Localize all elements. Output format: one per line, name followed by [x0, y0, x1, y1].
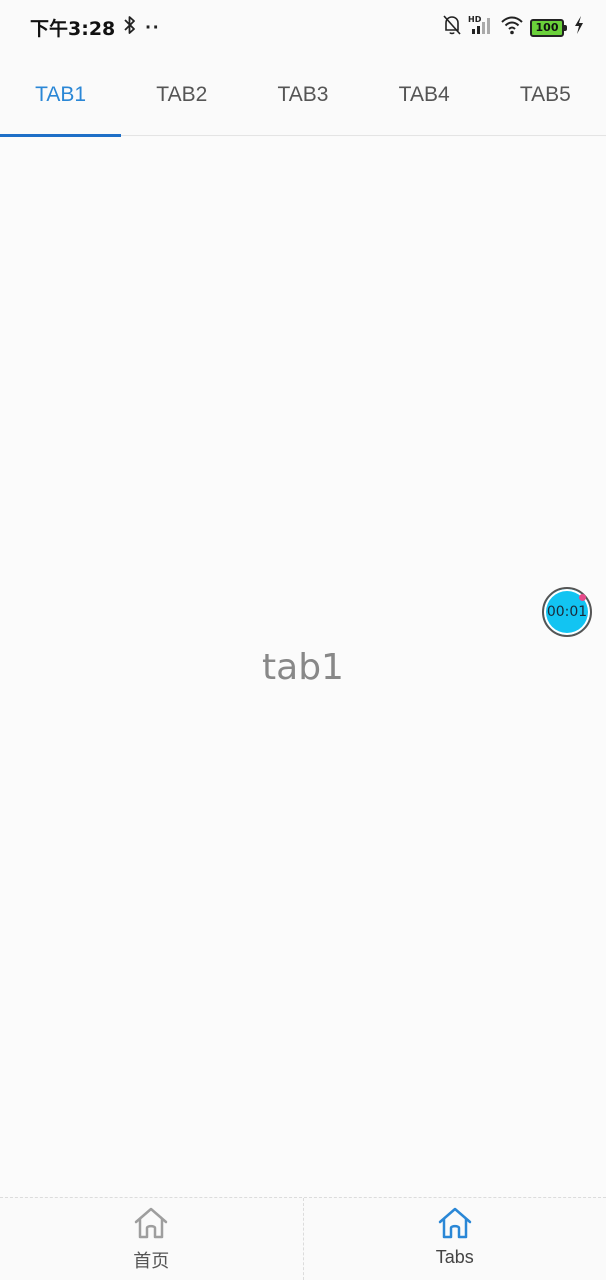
tab-2[interactable]: TAB2: [121, 54, 242, 136]
mute-bell-icon: [442, 14, 462, 41]
nav-label: 首页: [133, 1251, 170, 1271]
tab-label: TAB4: [398, 83, 450, 106]
status-bar: 下午3:28 ·· HD 100: [0, 0, 606, 54]
nav-label: Tabs: [435, 1247, 474, 1267]
svg-text:HD: HD: [468, 15, 482, 24]
status-dots: ··: [145, 16, 161, 39]
tab-4[interactable]: TAB4: [364, 54, 485, 136]
bluetooth-icon: [123, 15, 137, 40]
tab-5[interactable]: TAB5: [485, 54, 606, 136]
tab-content: tab1 00:01: [0, 137, 606, 1280]
wifi-icon: [500, 15, 524, 40]
status-right: HD 100: [442, 14, 584, 41]
charging-icon: [574, 16, 584, 39]
tab-label: TAB2: [156, 83, 208, 106]
content-title: tab1: [262, 647, 344, 688]
nav-item-tabs[interactable]: Tabs: [304, 1198, 606, 1280]
status-time: 下午3:28: [30, 18, 116, 40]
battery-level: 100: [535, 21, 559, 34]
tab-label: TAB3: [277, 83, 329, 106]
floating-timer[interactable]: 00:01: [542, 587, 592, 637]
home-icon: [132, 1206, 170, 1245]
battery-icon: 100: [530, 18, 567, 37]
timer-text: 00:01: [546, 604, 588, 620]
status-left: 下午3:28 ··: [30, 14, 161, 41]
nav-item-home[interactable]: 首页: [0, 1198, 304, 1280]
hd-signal-icon: HD: [468, 14, 494, 41]
tab-1[interactable]: TAB1: [0, 54, 121, 137]
bottom-nav: 首页 Tabs: [0, 1197, 606, 1280]
timer-record-dot: [579, 594, 586, 601]
tab-bar: TAB1 TAB2 TAB3 TAB4 TAB5: [0, 54, 606, 137]
tab-3[interactable]: TAB3: [242, 54, 363, 136]
home-icon: [436, 1206, 474, 1245]
tab-label: TAB5: [519, 83, 571, 106]
tab-label: TAB1: [35, 83, 87, 106]
